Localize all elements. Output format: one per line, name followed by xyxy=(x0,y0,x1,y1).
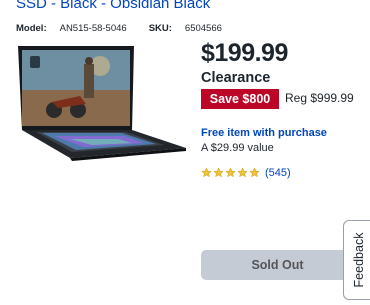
feedback-label: Feedback xyxy=(351,232,366,288)
free-item-link[interactable]: Free item with purchase xyxy=(201,127,327,139)
star-icon xyxy=(249,167,260,178)
star-icon xyxy=(201,167,212,178)
star-icon xyxy=(213,167,224,178)
model-value: AN515-58-5046 xyxy=(59,23,127,34)
product-image[interactable] xyxy=(14,44,189,162)
price: $199.99 xyxy=(201,39,288,67)
review-count-link[interactable]: (545) xyxy=(265,167,291,179)
product-title[interactable]: SSD - Black - Obsidian Black xyxy=(16,0,210,12)
product-specs: Model: AN515-58-5046 SKU: 6504566 xyxy=(16,23,222,34)
regular-price: Reg $999.99 xyxy=(285,91,354,105)
sku-value: 6504566 xyxy=(184,23,222,34)
model-label: Model: xyxy=(16,23,47,34)
feedback-tab[interactable]: Feedback xyxy=(343,220,370,300)
sold-out-button[interactable]: Sold Out xyxy=(201,250,354,280)
star-icon xyxy=(237,167,248,178)
sku-label: SKU: xyxy=(148,23,172,34)
star-icon xyxy=(225,167,236,178)
save-badge: Save $800 xyxy=(201,89,279,109)
star-rating[interactable] xyxy=(201,167,260,178)
free-item-value: A $29.99 value xyxy=(201,142,274,154)
clearance-label: Clearance xyxy=(201,70,271,86)
